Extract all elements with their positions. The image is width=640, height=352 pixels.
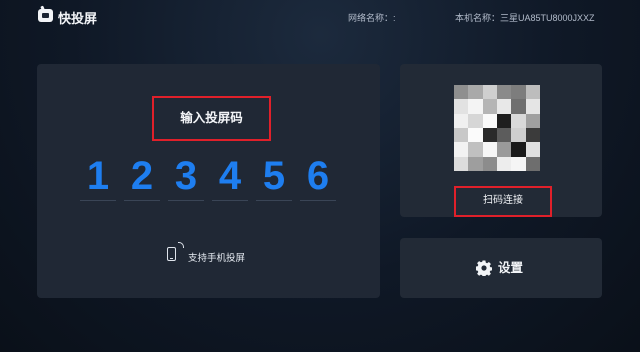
digit-underline [256, 200, 292, 201]
qr-cell [525, 127, 540, 143]
qr-cell [454, 142, 469, 157]
qr-cell [525, 113, 540, 128]
gear-icon [476, 260, 492, 276]
network-name: 网络名称：: [348, 13, 396, 23]
phone-cast-label: 支持手机投屏 [188, 253, 246, 264]
highlight-frame-input [152, 96, 271, 141]
qr-cell [496, 156, 512, 171]
device-name: 本机名称：三星UA85TU8000JXXZ [455, 13, 595, 23]
qr-cell [468, 113, 483, 128]
code-digit: 1 [86, 154, 110, 198]
code-digit: 2 [130, 154, 154, 198]
qr-cell [525, 156, 540, 171]
code-digit: 5 [262, 154, 286, 198]
qr-cell [511, 85, 526, 100]
qr-cell [454, 127, 469, 143]
qr-cell [525, 142, 540, 157]
qr-cell [468, 99, 483, 114]
qr-code-image [454, 85, 540, 171]
qr-cell [468, 142, 483, 157]
qr-cell [496, 127, 512, 143]
app-title: 快投屏 [58, 11, 98, 26]
settings-label: 设置 [498, 261, 524, 275]
qr-cell [468, 156, 483, 171]
qr-cell [482, 156, 497, 171]
qr-cell [454, 85, 469, 100]
qr-cell [482, 85, 497, 100]
qr-cell [454, 99, 469, 114]
qr-cell [496, 142, 512, 157]
qr-cell [511, 99, 526, 114]
qr-cell [496, 85, 512, 100]
qr-cell [468, 127, 483, 143]
digit-underline [80, 200, 116, 201]
qr-cell [482, 99, 497, 114]
qr-cell [454, 156, 469, 171]
digit-underline [168, 200, 204, 201]
code-digit: 6 [306, 154, 330, 198]
cast-code-digits: 1 2 3 4 5 6 [80, 152, 340, 204]
digit-underline [124, 200, 160, 201]
qr-cell [482, 127, 497, 143]
app-logo-icon [38, 9, 53, 22]
qr-cell [454, 113, 469, 128]
digit-underline [300, 200, 336, 201]
code-digit: 4 [218, 154, 242, 198]
phone-cast-icon [167, 247, 176, 261]
qr-cell [482, 113, 497, 128]
highlight-frame-scan [454, 186, 552, 217]
qr-cell [482, 142, 497, 157]
qr-cell [511, 156, 526, 171]
qr-cell [511, 142, 526, 157]
qr-cell [496, 113, 512, 128]
digit-underline [212, 200, 248, 201]
code-digit: 3 [174, 154, 198, 198]
qr-cell [525, 85, 540, 100]
qr-cell [525, 99, 540, 114]
qr-cell [468, 85, 483, 100]
top-bar: 快投屏 网络名称：: 本机名称：三星UA85TU8000JXXZ [0, 0, 640, 34]
qr-cell [511, 113, 526, 128]
qr-cell [511, 127, 526, 143]
qr-cell [496, 99, 512, 114]
